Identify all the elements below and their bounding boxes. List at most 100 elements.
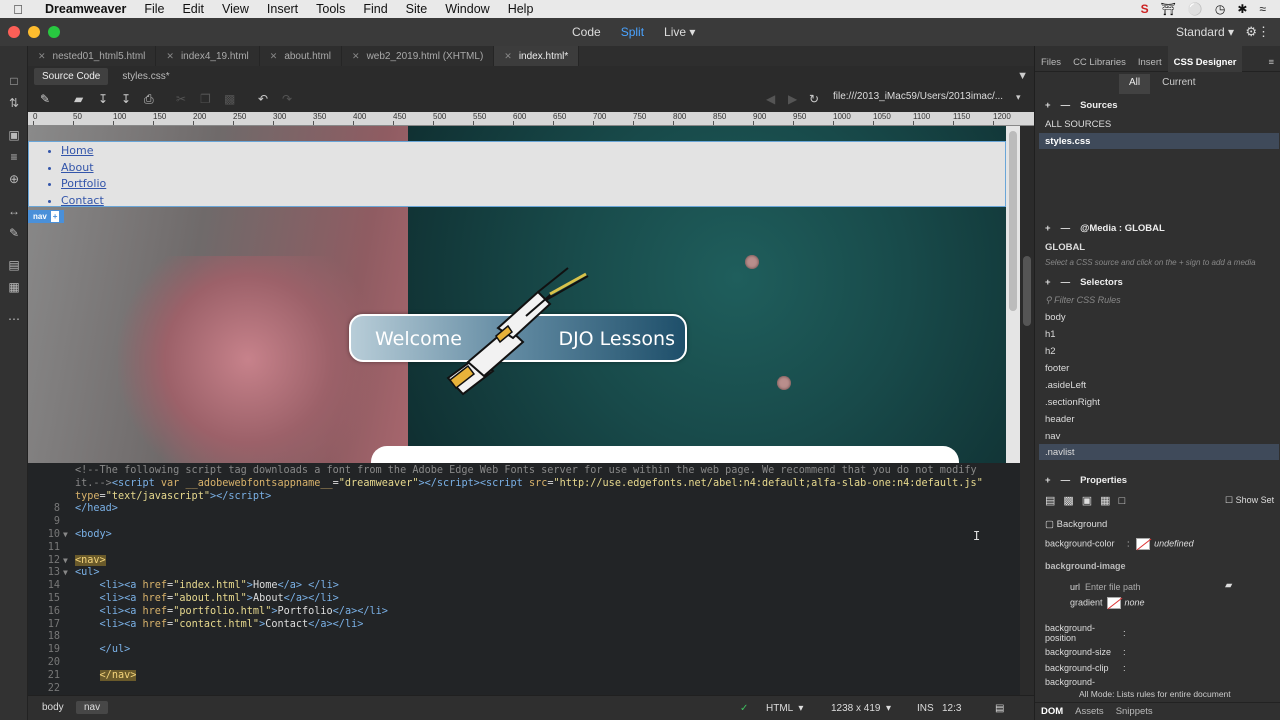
close-window-button[interactable] <box>8 26 20 38</box>
more-icon[interactable]: ⋯ <box>5 312 23 330</box>
inspect-icon[interactable]: ⊕ <box>5 172 23 190</box>
doc-tab-active[interactable]: ✕ index.html* <box>494 46 580 66</box>
workspace-switcher[interactable]: Standard ▾ <box>1176 25 1234 39</box>
split-scrollbar[interactable] <box>1020 126 1034 691</box>
background-repeat-row[interactable]: background- <box>1045 677 1095 687</box>
background-position-row[interactable]: background-position <box>1045 623 1115 643</box>
doc-tab[interactable]: ✕ about.html <box>260 46 343 66</box>
background-clip-row[interactable]: background-clip <box>1045 663 1109 673</box>
filter-css-rules-input[interactable]: ⚲ Filter CSS Rules <box>1045 295 1121 306</box>
source-all[interactable]: ALL SOURCES <box>1045 119 1111 130</box>
format-source-icon[interactable]: ≡ <box>5 150 23 168</box>
gear-icon[interactable]: ⚙⋮ <box>1245 24 1270 40</box>
media-global[interactable]: GLOBAL <box>1045 242 1085 253</box>
color-swatch[interactable] <box>1136 538 1151 550</box>
close-icon[interactable]: ✕ <box>38 51 46 62</box>
close-icon[interactable]: ✕ <box>504 51 512 62</box>
refresh-icon[interactable]: ↻ <box>809 92 819 106</box>
all-mode-button[interactable]: All <box>1119 74 1151 94</box>
view-code-button[interactable]: Code <box>572 25 601 39</box>
live-view-scrollbar[interactable] <box>1006 126 1020 463</box>
code-line[interactable]: it.--><script var __adobewebfontsappname… <box>75 478 983 489</box>
code-view[interactable]: <!--The following script tag downloads a… <box>28 463 1020 695</box>
nav-link-home[interactable]: Home <box>61 143 1005 160</box>
close-icon[interactable]: ✕ <box>270 51 278 62</box>
source-styles-css[interactable]: styles.css <box>1045 136 1090 147</box>
scrollbar-thumb[interactable] <box>1009 131 1017 311</box>
chevron-down-icon[interactable]: ▾ <box>1016 92 1021 103</box>
fold-icon[interactable]: ▼ <box>63 530 68 539</box>
menu-site[interactable]: Site <box>397 2 437 16</box>
new-document-icon[interactable]: ✎ <box>40 92 50 106</box>
folder-icon[interactable]: ▰ <box>1225 580 1232 591</box>
add-source-icon[interactable]: + <box>1045 100 1051 111</box>
doc-tab[interactable]: ✕ web2_2019.html (XHTML) <box>342 46 495 66</box>
comment-icon[interactable]: ▤ <box>5 258 23 276</box>
s-icon[interactable]: S <box>1141 2 1149 16</box>
code-line[interactable]: <nav> <box>75 554 106 566</box>
background-url-row[interactable]: url Enter file path <box>1070 582 1141 592</box>
remove-selector-icon[interactable]: — <box>1061 277 1071 288</box>
tab-files[interactable]: Files <box>1035 46 1067 72</box>
minimize-window-button[interactable] <box>28 26 40 38</box>
history-icon[interactable]: ◷ <box>1215 2 1225 16</box>
selector-item[interactable]: footer <box>1045 363 1069 374</box>
menu-tools[interactable]: Tools <box>307 2 354 16</box>
code-line[interactable]: <body> <box>75 529 112 540</box>
fold-icon[interactable]: ▼ <box>63 556 68 565</box>
shield-icon[interactable]: ⛩ <box>1161 2 1176 16</box>
code-line[interactable]: <li><a href="index.html">Home</a> </li> <box>75 580 339 591</box>
gradient-swatch[interactable] <box>1106 597 1121 609</box>
menu-view[interactable]: View <box>213 2 258 16</box>
selector-item[interactable]: .sectionRight <box>1045 397 1100 408</box>
apple-icon[interactable]:  <box>0 2 36 17</box>
selector-item[interactable]: h1 <box>1045 329 1056 340</box>
file-management-icon[interactable]: ⇅ <box>5 96 23 114</box>
close-icon[interactable]: ✕ <box>352 51 360 62</box>
save-all-icon[interactable]: ↧ <box>121 92 131 106</box>
back-icon[interactable]: ◀ <box>766 92 775 106</box>
view-split-button[interactable]: Split <box>621 25 644 39</box>
remove-source-icon[interactable]: — <box>1061 100 1071 111</box>
cut-icon[interactable]: ✂ <box>176 92 186 106</box>
gradient-row[interactable]: gradient none <box>1070 597 1145 609</box>
code-line[interactable]: </nav> <box>75 669 137 681</box>
styles-css-tab[interactable]: styles.css* <box>114 68 177 85</box>
source-code-tab[interactable]: Source Code <box>34 67 109 85</box>
selector-item[interactable]: nav <box>1045 431 1060 442</box>
doc-tab[interactable]: ✕ index4_19.html <box>156 46 260 66</box>
save-icon[interactable]: ↧ <box>98 92 108 106</box>
copy-icon[interactable]: ❐ <box>200 92 211 106</box>
code-line[interactable]: </ul> <box>75 644 131 655</box>
cc-icon[interactable]: ⚪ <box>1188 2 1203 16</box>
code-line[interactable]: <li><a href="contact.html">Contact</a></… <box>75 619 364 630</box>
wrap-tag-icon[interactable]: ✎ <box>5 226 23 244</box>
nav-link-portfolio[interactable]: Portfolio <box>61 176 1005 193</box>
nav-element[interactable]: Home About Portfolio Contact <box>28 141 1006 207</box>
code-line[interactable]: <li><a href="portfolio.html">Portfolio</… <box>75 606 388 617</box>
element-hud[interactable]: nav + <box>28 210 65 223</box>
background-size-row[interactable]: background-size <box>1045 647 1111 657</box>
selector-item[interactable]: h2 <box>1045 346 1056 357</box>
tab-assets[interactable]: Assets <box>1069 706 1110 717</box>
panel-menu-icon[interactable]: ≡ <box>1262 46 1280 72</box>
undo-icon[interactable]: ↶ <box>258 92 268 106</box>
print-icon[interactable]: ⎙ <box>144 92 154 107</box>
url-field[interactable]: file:///2013_iMac59/Users/2013imac/... <box>833 91 1023 107</box>
view-live-button[interactable]: Live ▾ <box>664 25 695 39</box>
selector-item[interactable]: body <box>1045 312 1066 323</box>
live-view[interactable]: Home About Portfolio Contact nav+ Welcom… <box>28 126 1006 463</box>
expand-icon[interactable]: ↔ <box>5 204 23 222</box>
menu-insert[interactable]: Insert <box>258 2 307 16</box>
remove-property-icon[interactable]: — <box>1061 475 1071 486</box>
menu-find[interactable]: Find <box>354 2 396 16</box>
current-mode-button[interactable]: Current <box>1152 74 1205 94</box>
selector-item-selected[interactable]: .navlist <box>1045 447 1075 458</box>
selector-item[interactable]: header <box>1045 414 1075 425</box>
tab-css-designer[interactable]: CSS Designer <box>1167 45 1243 72</box>
indent-icon[interactable]: ▦ <box>5 280 23 298</box>
tab-snippets[interactable]: Snippets <box>1110 706 1159 717</box>
filter-icon[interactable]: ▼ <box>1017 70 1028 82</box>
tab-insert[interactable]: Insert <box>1132 46 1168 72</box>
add-media-icon[interactable]: + <box>1045 223 1051 234</box>
